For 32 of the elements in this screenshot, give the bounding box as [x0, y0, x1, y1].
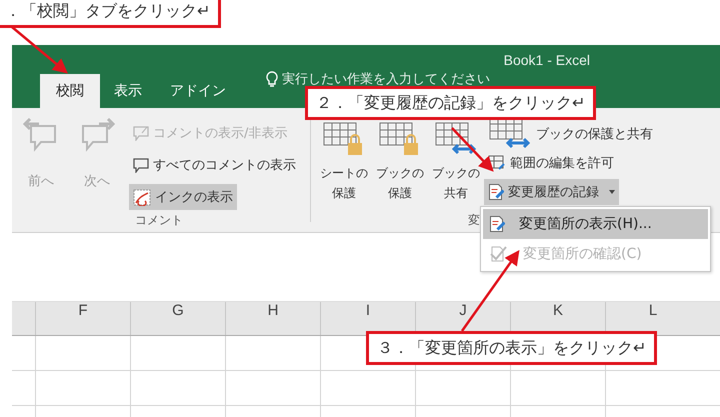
- menu-item[interactable]: 変更箇所の表示(H)...: [483, 209, 708, 239]
- accept-changes-icon: [489, 245, 509, 263]
- ribbon-button[interactable]: 変更履歴の記録: [484, 179, 619, 205]
- column-header[interactable]: F: [35, 302, 130, 335]
- ribbon-tab[interactable]: 校閲: [40, 74, 100, 108]
- comment-icon: [133, 158, 149, 172]
- previous-comment-icon: [23, 118, 59, 152]
- track-changes-icon: [489, 216, 505, 232]
- callout-box: ３．「変更箇所の表示」をクリック↵: [366, 331, 658, 365]
- ribbon-tab[interactable]: 表示: [100, 74, 156, 108]
- ink-icon: [133, 188, 151, 206]
- ribbon-tab[interactable]: アドイン: [156, 74, 240, 108]
- ribbon-button[interactable]: シートの保護: [318, 121, 370, 212]
- lightbulb-icon: [266, 70, 278, 88]
- window-title: Book1 - Excel: [504, 52, 590, 70]
- range-icon: [488, 155, 506, 171]
- ribbon-button[interactable]: すべてのコメントの表示: [129, 152, 300, 178]
- group-label: コメント: [134, 212, 184, 229]
- leader-line: [11, 26, 68, 74]
- tell-me-field[interactable]: 実行したい作業を入力してください: [282, 70, 490, 88]
- column-header[interactable]: H: [225, 302, 320, 335]
- group-label: 変: [468, 212, 480, 229]
- callout-box: ２．「変更履歴の記録」をクリック↵: [305, 86, 596, 120]
- comment-icon: [133, 126, 149, 140]
- next-comment-icon: [79, 118, 115, 152]
- ribbon-button[interactable]: インクの表示: [129, 184, 237, 210]
- column-header[interactable]: G: [130, 302, 225, 335]
- track-changes-icon: [488, 184, 504, 200]
- ribbon-button[interactable]: ブックの共有: [430, 121, 482, 212]
- ribbon-button[interactable]: ブックの保護: [374, 121, 426, 212]
- callout-box: ．「校閲」タブをクリック↵: [0, 0, 222, 28]
- ribbon-button[interactable]: 範囲の編集を許可: [484, 150, 618, 176]
